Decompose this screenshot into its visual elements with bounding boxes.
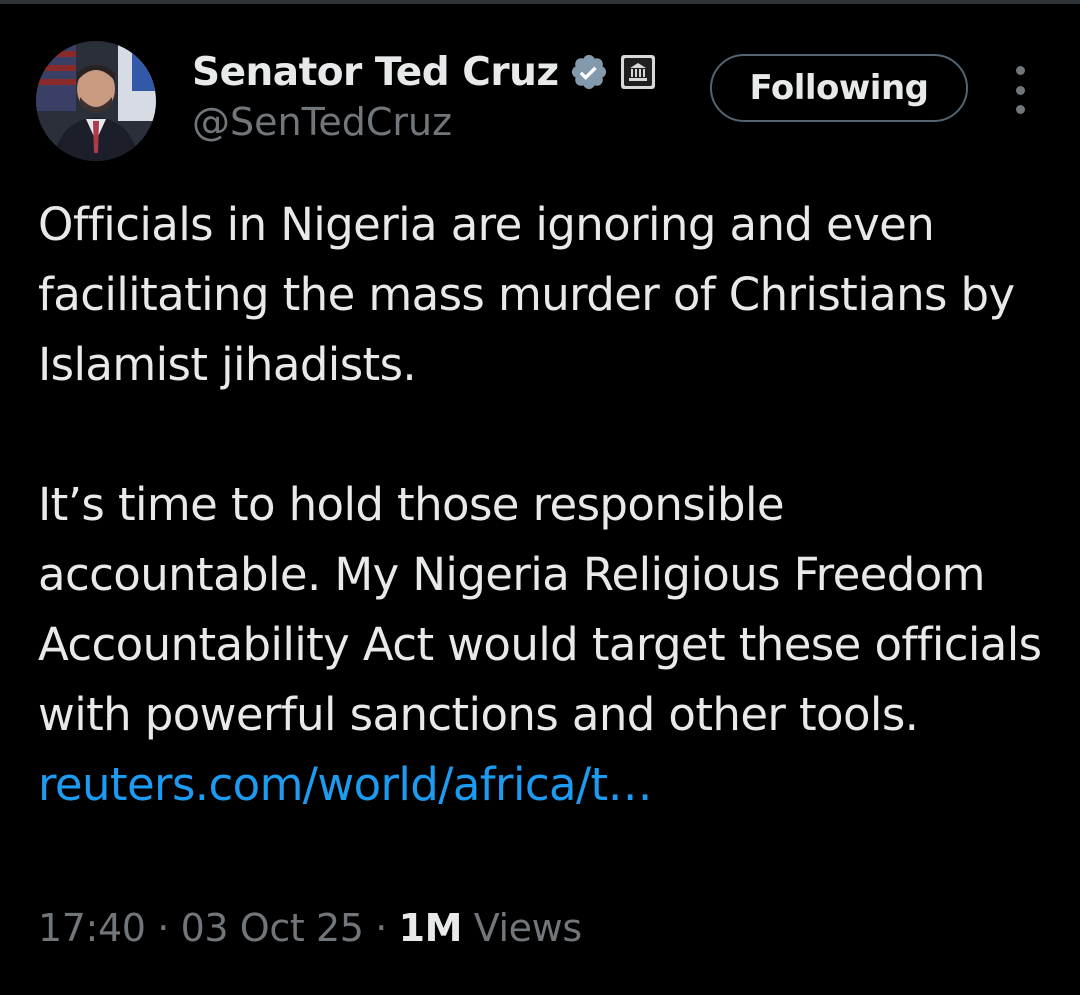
more-options-dot xyxy=(1015,66,1025,75)
tweet-metadata: 17:40 · 03 Oct 25 · 1M Views xyxy=(38,906,582,950)
meta-separator: · xyxy=(375,906,387,950)
verified-badge-icon[interactable] xyxy=(569,52,609,92)
tweet-text: Officials in Nigeria are ignoring and ev… xyxy=(38,190,1048,820)
government-building-icon xyxy=(620,55,655,89)
views-count[interactable]: 1M xyxy=(399,906,463,950)
more-options-dot xyxy=(1015,85,1025,95)
more-options-icon[interactable] xyxy=(1003,66,1037,114)
tweet-link[interactable]: reuters.com/world/africa/t… xyxy=(38,758,653,811)
following-button[interactable]: Following xyxy=(710,54,968,122)
more-options-dot xyxy=(1015,105,1025,114)
tweet-paragraph-text: It’s time to hold those responsible acco… xyxy=(38,478,1042,741)
author-name-row: Senator Ted Cruz xyxy=(192,44,655,100)
meta-separator: · xyxy=(157,906,169,950)
tweet-time[interactable]: 17:40 xyxy=(38,906,146,950)
views-label: Views xyxy=(473,906,582,950)
tweet-paragraph: It’s time to hold those responsible acco… xyxy=(38,470,1048,820)
tweet-paragraph: Officials in Nigeria are ignoring and ev… xyxy=(38,198,1015,391)
avatar-portrait-icon xyxy=(36,41,156,161)
author-handle[interactable]: @SenTedCruz xyxy=(192,100,452,144)
author-display-name[interactable]: Senator Ted Cruz xyxy=(192,50,559,95)
avatar[interactable] xyxy=(36,41,156,161)
top-divider xyxy=(0,0,1080,4)
tweet-date[interactable]: 03 Oct 25 xyxy=(181,906,364,950)
